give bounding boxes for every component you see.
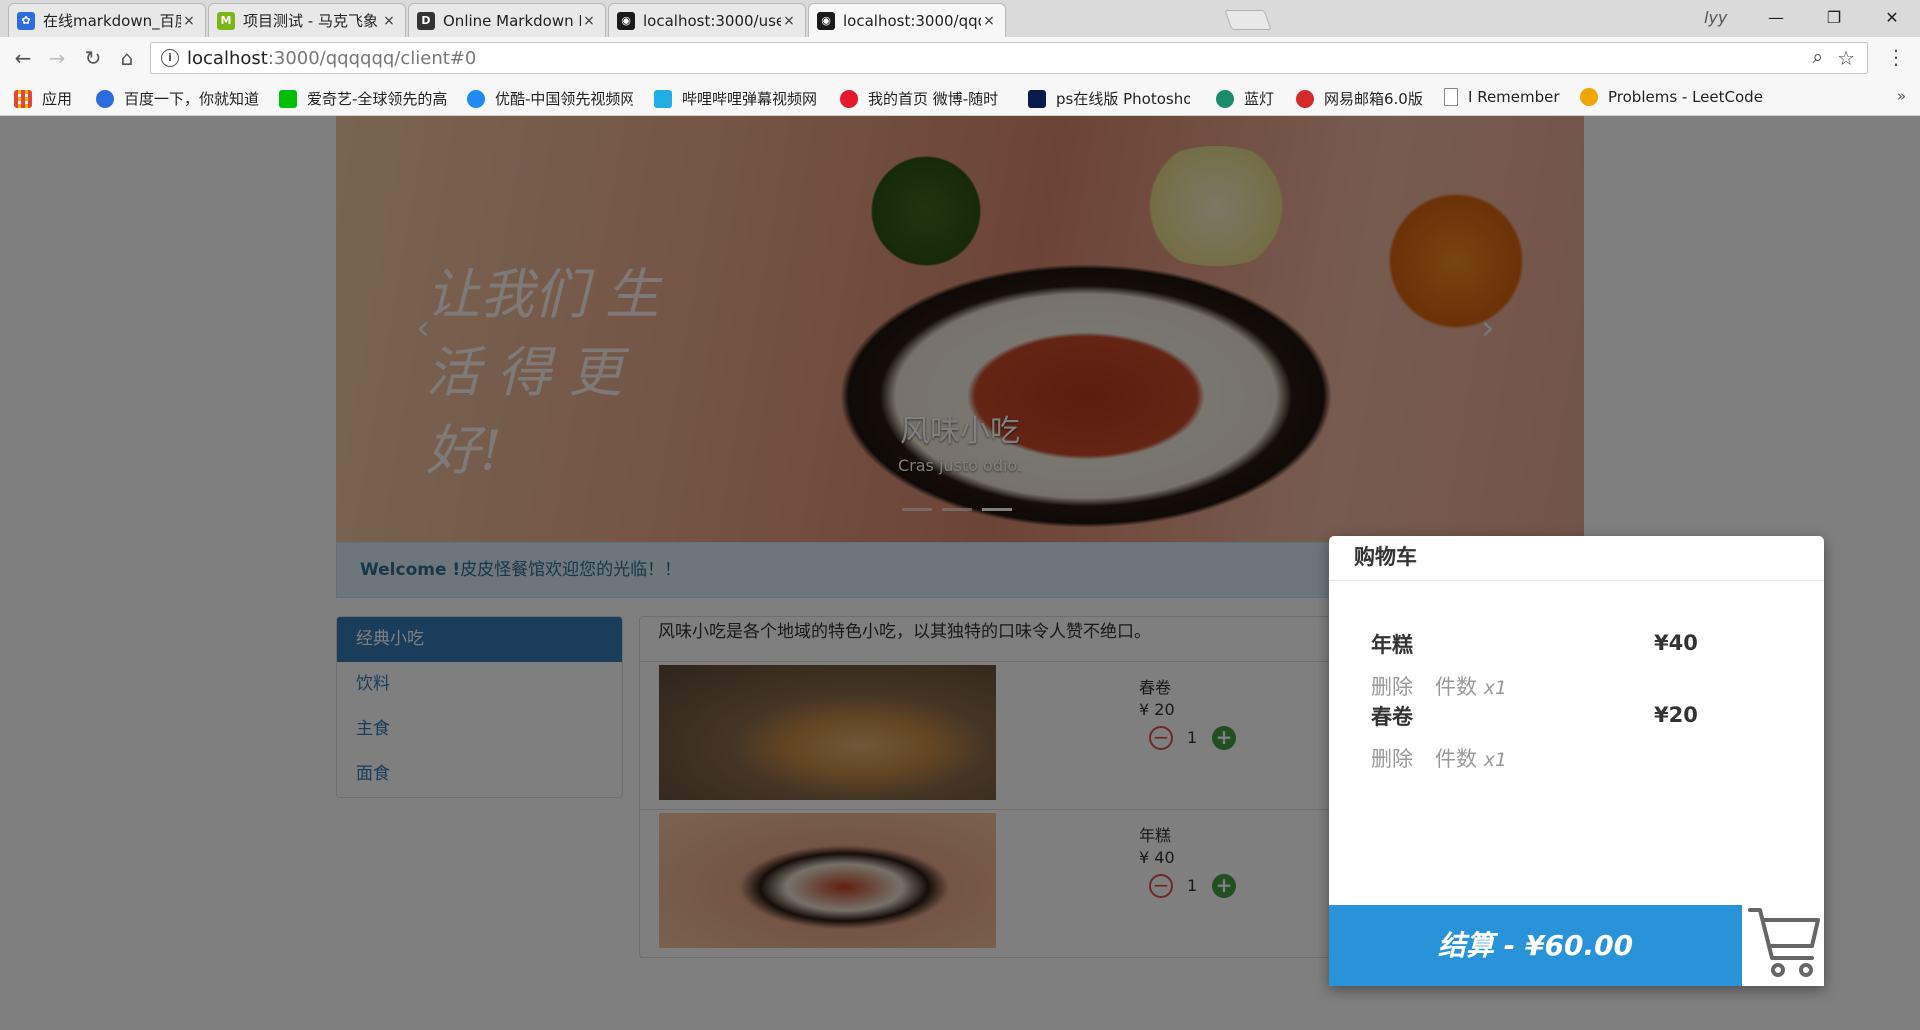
- bookmark-weibo[interactable]: 我的首页 微博-随时: [840, 88, 998, 109]
- cart-item-delete-link[interactable]: 删除: [1371, 743, 1413, 773]
- bookmarks-bar: 应用 百度一下，你就知道 爱奇艺-全球领先的高 优酷-中国领先视频网 哔哩哔哩弹…: [0, 79, 1920, 116]
- baidu-favicon-icon: ✿: [17, 11, 35, 30]
- tab-close-icon[interactable]: ×: [981, 13, 997, 29]
- count-value: x1: [1483, 749, 1508, 771]
- url-text[interactable]: localhost:3000/qqqqqq/client#0: [187, 48, 476, 69]
- tab-title: Online Markdown Editor: [443, 11, 581, 30]
- site-info-icon[interactable]: i: [161, 49, 179, 67]
- tab-close-icon[interactable]: ×: [381, 13, 397, 29]
- cart-item-price: ¥20: [1654, 703, 1698, 727]
- close-window-icon[interactable]: ✕: [1864, 4, 1920, 32]
- count-label: 件数: [1435, 747, 1477, 771]
- tab-title: localhost:3000/user/?use: [643, 11, 781, 30]
- weibo-icon: [840, 89, 858, 108]
- tab-title: localhost:3000/qqqqqq: [843, 11, 981, 30]
- home-icon[interactable]: ⌂: [114, 46, 140, 72]
- bookmarks-overflow-button[interactable]: »: [1897, 87, 1906, 105]
- photoshop-icon: [1028, 89, 1046, 108]
- bookmark-youku[interactable]: 优酷-中国领先视频网: [467, 88, 633, 109]
- back-arrow-icon[interactable]: ←: [10, 46, 36, 72]
- cart-item-name: 年糕: [1371, 633, 1413, 657]
- bookmark-i-remember[interactable]: I Remember: [1444, 88, 1560, 106]
- bookmark-label: 应用: [42, 90, 73, 108]
- browser-tab-3[interactable]: D Online Markdown Editor ×: [408, 3, 606, 37]
- bilibili-icon: [654, 89, 672, 108]
- count-label: 件数: [1435, 675, 1477, 699]
- leetcode-icon: [1580, 88, 1598, 106]
- tab-close-icon[interactable]: ×: [181, 13, 197, 29]
- maxiang-favicon-icon: M: [217, 11, 235, 30]
- tab-title: 项目测试 - 马克飞象 - 专: [243, 12, 381, 30]
- bookmark-label: I Remember: [1468, 88, 1560, 106]
- dillinger-favicon-icon: D: [417, 11, 435, 30]
- bookmark-label: 网易邮箱6.0版: [1324, 90, 1423, 108]
- count-value: x1: [1483, 677, 1508, 699]
- url-path: :3000/qqqqqq/client#0: [267, 48, 477, 69]
- tab-close-icon[interactable]: ×: [581, 13, 597, 29]
- bookmark-leetcode[interactable]: Problems - LeetCode: [1580, 88, 1763, 106]
- bookmark-label: 爱奇艺-全球领先的高: [307, 90, 448, 108]
- bookmark-lantern[interactable]: 蓝灯: [1216, 88, 1274, 109]
- node-favicon-icon: ◉: [617, 11, 635, 30]
- browser-menu-icon[interactable]: ⋮: [1886, 45, 1906, 69]
- checkout-button[interactable]: 结算 - ¥60.00: [1329, 905, 1742, 986]
- browser-toolbar: ← → ↻ ⌂ i localhost:3000/qqqqqq/client#0…: [0, 37, 1920, 79]
- url-host: localhost: [187, 48, 268, 69]
- forward-arrow-icon[interactable]: →: [44, 46, 70, 72]
- minimize-icon[interactable]: —: [1748, 4, 1804, 32]
- bookmark-label: 我的首页 微博-随时: [868, 90, 999, 108]
- tab-title: 在线markdown_百度搜索: [43, 12, 181, 30]
- iqiyi-icon: [279, 89, 297, 108]
- bookmark-label: 哔哩哔哩弹幕视频网: [682, 90, 818, 108]
- lantern-icon: [1216, 89, 1234, 108]
- new-tab-button[interactable]: [1224, 10, 1272, 30]
- zoom-icon[interactable]: ⌕: [1812, 46, 1823, 68]
- cart-item-price: ¥40: [1654, 631, 1698, 655]
- cart-icon[interactable]: [1742, 896, 1824, 986]
- bookmark-label: 优酷-中国领先视频网: [495, 90, 633, 108]
- tab-close-icon[interactable]: ×: [781, 13, 797, 29]
- tab-strip: ✿ 在线markdown_百度搜索 × M 项目测试 - 马克飞象 - 专 × …: [0, 0, 1920, 37]
- bookmark-163-mail[interactable]: 网易邮箱6.0版: [1296, 88, 1423, 109]
- address-bar[interactable]: i localhost:3000/qqqqqq/client#0 ⌕ ☆: [150, 42, 1868, 74]
- bookmark-iqiyi[interactable]: 爱奇艺-全球领先的高: [279, 88, 447, 109]
- cart-item-count: 件数 x1: [1435, 671, 1507, 701]
- bookmark-label: Problems - LeetCode: [1608, 88, 1763, 106]
- reload-icon[interactable]: ↻: [80, 46, 106, 72]
- bookmark-apps[interactable]: 应用: [14, 88, 72, 109]
- shopping-cart-icon: [1748, 908, 1820, 977]
- restore-icon[interactable]: ❐: [1806, 4, 1862, 32]
- bookmark-star-icon[interactable]: ☆: [1837, 46, 1855, 70]
- baidu-icon: [96, 89, 114, 108]
- youku-icon: [467, 89, 485, 108]
- node-favicon-icon: ◉: [817, 11, 835, 30]
- bookmark-label: 蓝灯: [1244, 90, 1275, 108]
- netease-mail-icon: [1296, 89, 1314, 108]
- browser-tab-1[interactable]: ✿ 在线markdown_百度搜索 ×: [8, 3, 206, 37]
- cart-item-count: 件数 x1: [1435, 743, 1507, 773]
- bookmark-photoshop[interactable]: ps在线版 Photoshop: [1028, 88, 1190, 109]
- browser-tab-5-active[interactable]: ◉ localhost:3000/qqqqqq ×: [808, 3, 1006, 37]
- profile-button[interactable]: lyy: [1704, 8, 1727, 27]
- browser-tab-2[interactable]: M 项目测试 - 马克飞象 - 专 ×: [208, 3, 406, 37]
- cart-title: 购物车: [1329, 536, 1824, 581]
- apps-grid-icon: [14, 89, 32, 108]
- shopping-cart-panel: 购物车 年糕 ¥40 删除 件数 x1 春卷 ¥20 删除 件数 x1 结算 -…: [1329, 536, 1824, 986]
- bookmark-label: ps在线版 Photoshop: [1056, 90, 1190, 108]
- cart-item-name: 春卷: [1371, 705, 1413, 729]
- bookmark-label: 百度一下，你就知道: [124, 90, 260, 108]
- bookmark-baidu[interactable]: 百度一下，你就知道: [96, 88, 259, 109]
- page-icon: [1444, 88, 1458, 106]
- browser-tab-4[interactable]: ◉ localhost:3000/user/?use ×: [608, 3, 806, 37]
- bookmark-bilibili[interactable]: 哔哩哔哩弹幕视频网: [654, 88, 817, 109]
- cart-item-delete-link[interactable]: 删除: [1371, 671, 1413, 701]
